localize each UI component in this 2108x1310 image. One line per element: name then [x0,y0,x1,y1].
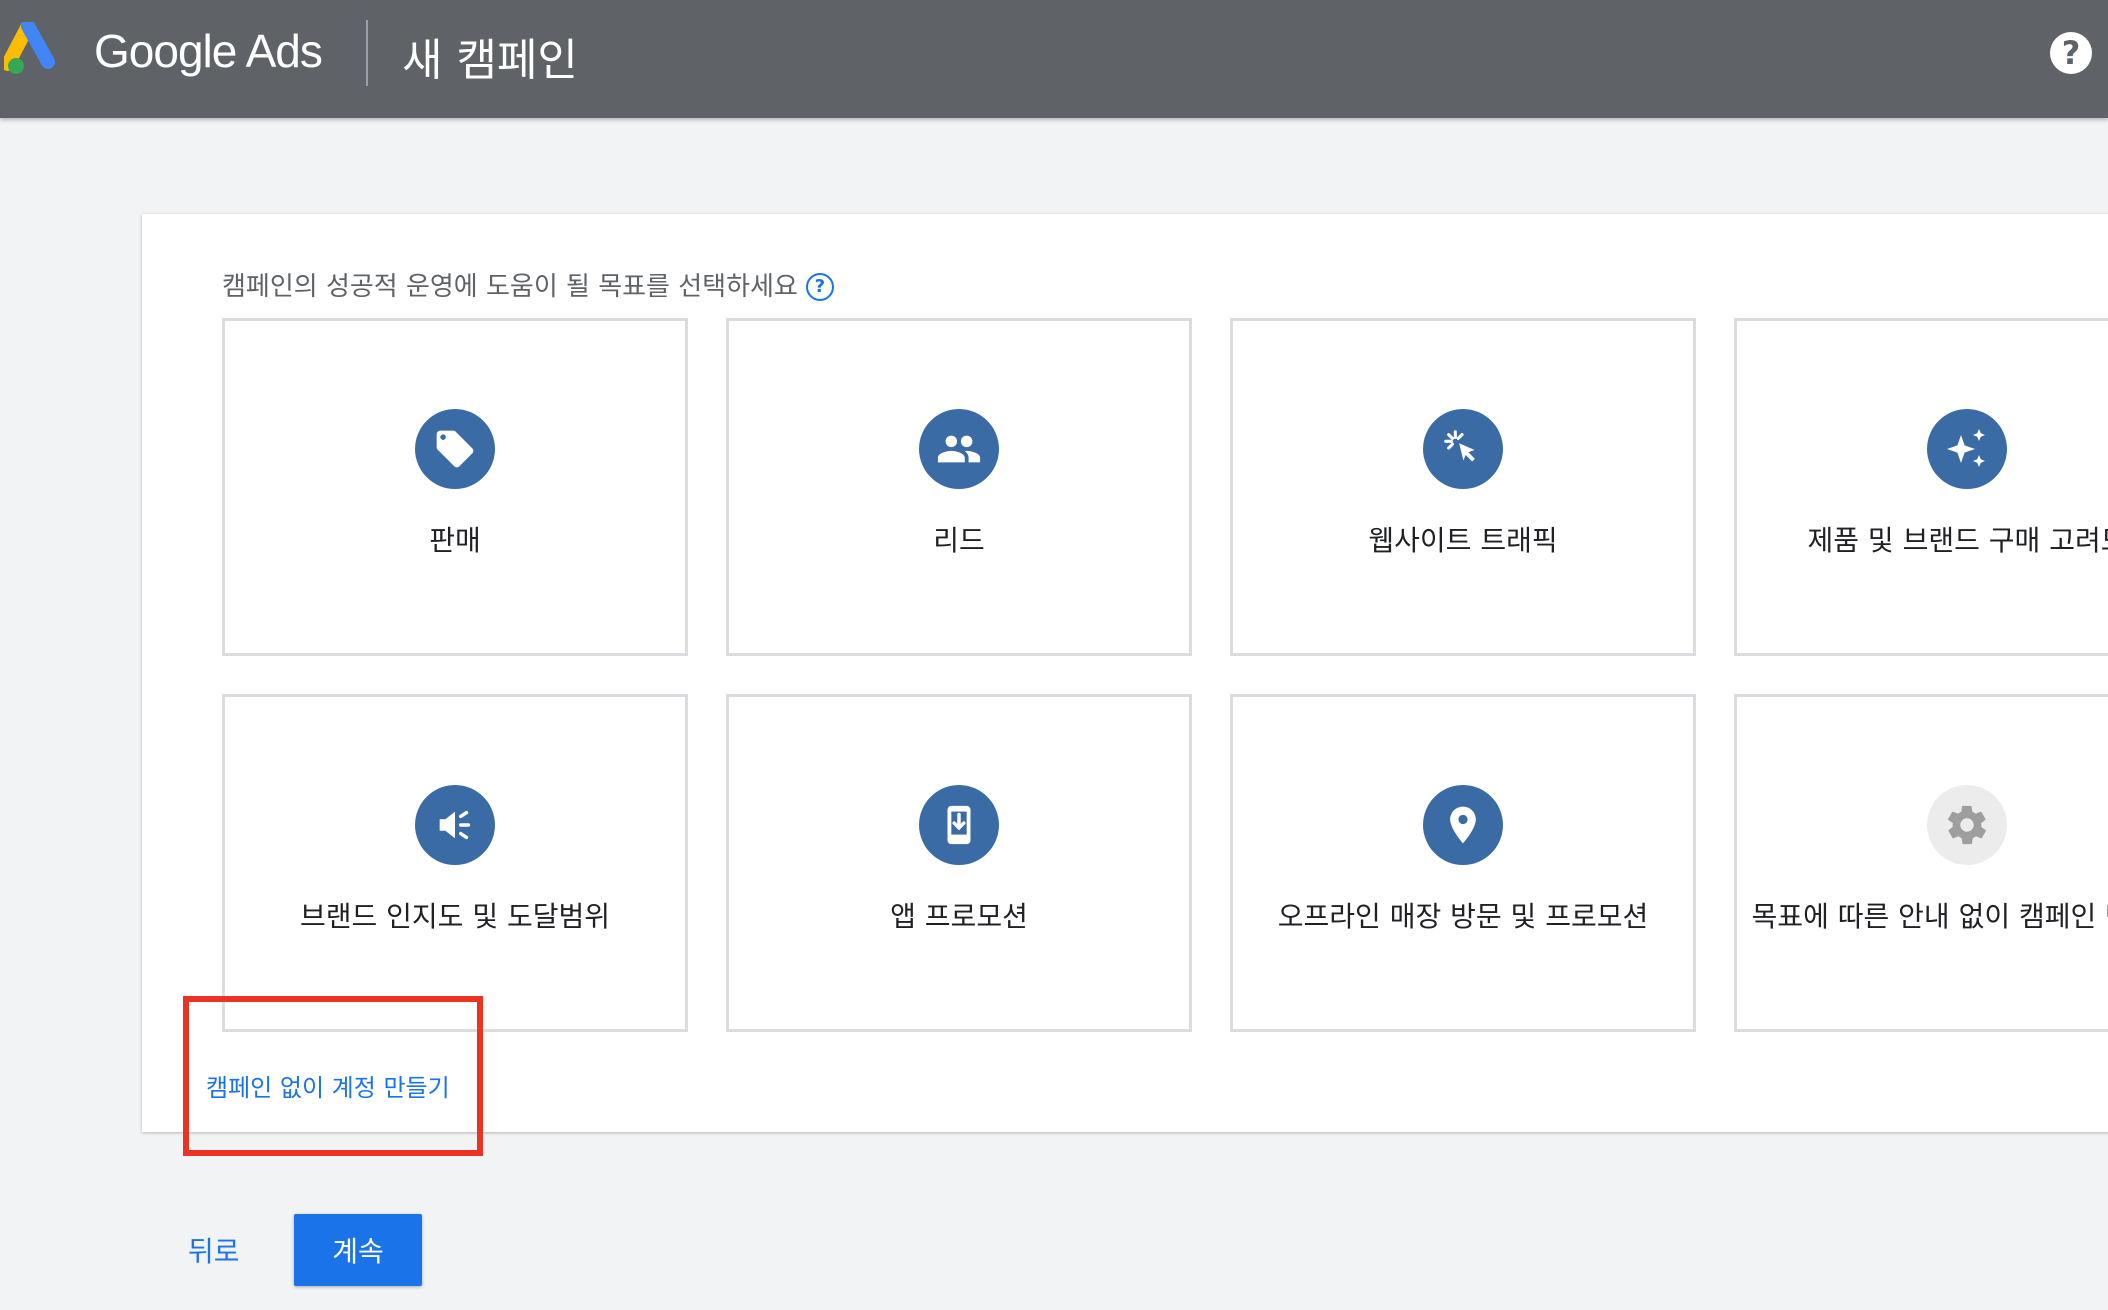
goal-subtitle-text: 캠페인의 성공적 운영에 도움이 될 목표를 선택하세요 [222,272,798,302]
help-circle-icon[interactable]: ? [805,273,834,301]
top-app-bar: Google Ads 새 캠페인 ? [0,0,2108,118]
goal-card-label: 제품 및 브랜드 구매 고려도 [1807,524,2108,557]
continue-button[interactable]: 계속 [294,1214,422,1286]
goal-card-label: 앱 프로모션 [890,900,1028,933]
goal-card-leads[interactable]: 리드 [726,318,1192,656]
goal-card-consideration[interactable]: 제품 및 브랜드 구매 고려도 [1734,318,2108,656]
google-ads-logo-icon[interactable] [4,22,68,78]
cursor-click-icon [1423,409,1503,489]
megaphone-icon [415,785,495,865]
goal-card-sales[interactable]: 판매 [222,318,688,656]
back-button[interactable]: 뒤로 [188,1230,240,1270]
goal-card-label: 오프라인 매장 방문 및 프로모션 [1277,900,1649,933]
goal-selection-panel: 캠페인의 성공적 운영에 도움이 될 목표를 선택하세요? 판매 리드 웹사이트… [142,214,2108,1132]
goal-card-no-goal[interactable]: 목표에 따른 안내 없이 캠페인 만들기 [1734,694,2108,1032]
goal-card-website-traffic[interactable]: 웹사이트 트래픽 [1230,318,1696,656]
goal-card-app-promotion[interactable]: 앱 프로모션 [726,694,1192,1032]
gear-icon [1927,785,2007,865]
annotation-highlight-box [183,996,483,1156]
goal-card-label: 브랜드 인지도 및 도달범위 [299,900,611,933]
goal-card-label: 리드 [933,524,985,557]
tag-icon [415,409,495,489]
page-title: 새 캠페인 [402,35,578,86]
goal-card-label: 웹사이트 트래픽 [1368,524,1558,557]
goal-card-label: 판매 [429,524,481,557]
sparkle-icon [1927,409,2007,489]
goal-card-brand-awareness[interactable]: 브랜드 인지도 및 도달범위 [222,694,688,1032]
goal-card-label: 목표에 따른 안내 없이 캠페인 만들기 [1751,900,2108,933]
phone-download-icon [919,785,999,865]
product-name: Google Ads [94,25,323,77]
location-pin-icon [1423,785,1503,865]
goal-subtitle: 캠페인의 성공적 운영에 도움이 될 목표를 선택하세요? [222,266,834,303]
goal-card-local-store-visits[interactable]: 오프라인 매장 방문 및 프로모션 [1230,694,1696,1032]
header-divider [366,20,368,86]
people-icon [919,409,999,489]
help-icon[interactable]: ? [2050,32,2092,74]
